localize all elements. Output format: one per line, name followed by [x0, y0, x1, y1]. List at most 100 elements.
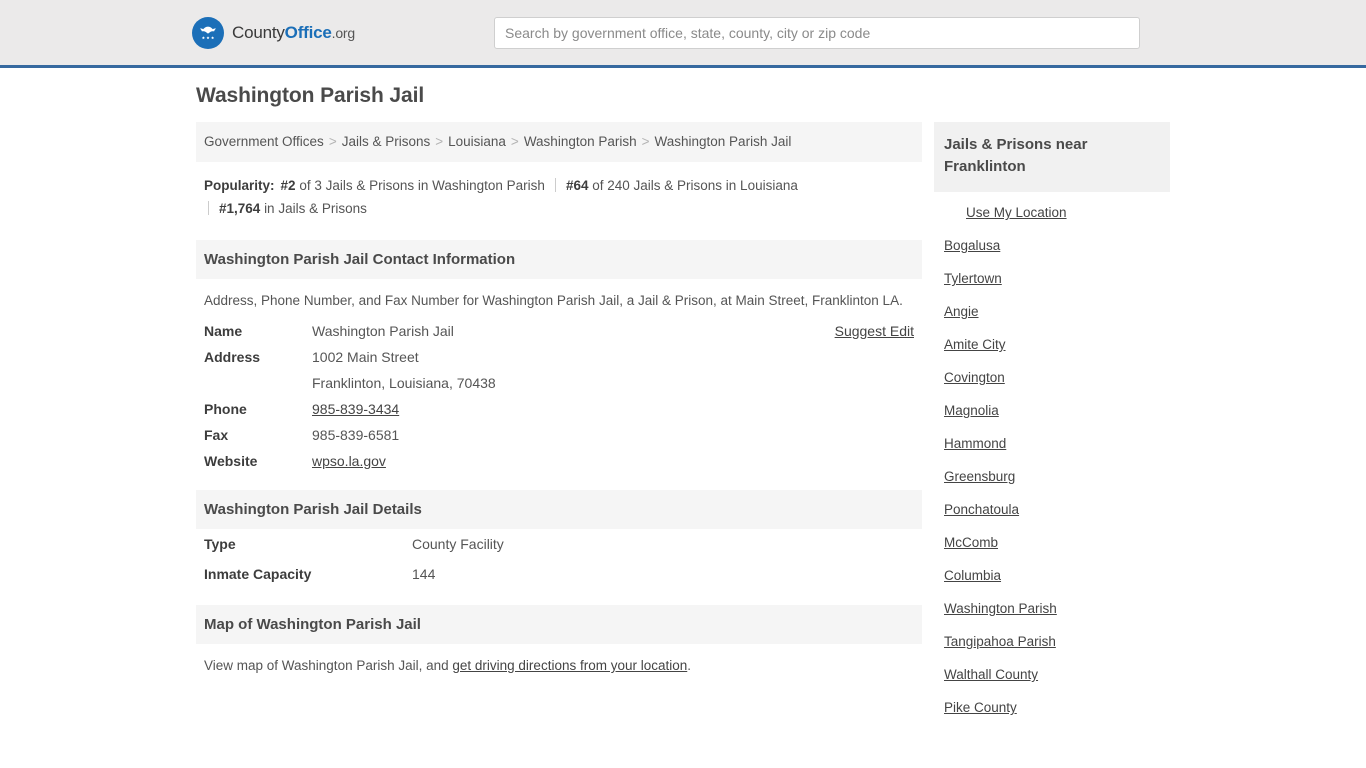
sidebar-item-covington[interactable]: Covington [934, 361, 1170, 394]
sidebar-item-magnolia[interactable]: Magnolia [934, 394, 1170, 427]
sidebar-item-amite-city[interactable]: Amite City [934, 328, 1170, 361]
site-logo-link[interactable]: CountyOffice.org [192, 16, 355, 49]
contact-section-heading: Washington Parish Jail Contact Informati… [196, 240, 922, 279]
table-row: Address 1002 Main Street [196, 344, 922, 370]
sidebar-item-columbia[interactable]: Columbia [934, 559, 1170, 592]
popularity-label: Popularity: [204, 178, 275, 193]
popularity-divider [554, 178, 556, 192]
phone-link[interactable]: 985-839-3434 [312, 401, 399, 417]
sidebar-link[interactable]: Greensburg [944, 469, 1015, 484]
sidebar-link[interactable]: Angie [944, 304, 979, 319]
search-container [494, 17, 1140, 49]
contact-value-website: wpso.la.gov [304, 448, 722, 474]
popularity-text-state: of 240 Jails & Prisons in Louisiana [592, 178, 798, 193]
breadcrumb-separator: > [435, 134, 444, 149]
contact-key-name: Name [204, 323, 243, 339]
popularity-text-parish: of 3 Jails & Prisons in Washington Paris… [299, 178, 545, 193]
table-row: Type County Facility [196, 529, 922, 559]
breadcrumb-separator: > [328, 134, 337, 149]
driving-directions-link[interactable]: get driving directions from your locatio… [452, 658, 687, 673]
contact-value-address-street: 1002 Main Street [312, 349, 419, 365]
sidebar-link[interactable]: Hammond [944, 436, 1006, 451]
sidebar-item-tangipahoa-parish[interactable]: Tangipahoa Parish [934, 625, 1170, 658]
sidebar-item-angie[interactable]: Angie [934, 295, 1170, 328]
popularity-rank-national: #1,764 [219, 201, 261, 216]
sidebar-link[interactable]: Covington [944, 370, 1005, 385]
sidebar-heading: Jails & Prisons near Franklinton [934, 122, 1170, 192]
details-value-inmate-capacity: 144 [412, 566, 436, 582]
site-header: CountyOffice.org [0, 0, 1366, 68]
table-row: Name Washington Parish Jail Suggest Edit [196, 318, 922, 344]
popularity-rank-state: #64 [565, 178, 589, 193]
breadcrumb-separator: > [641, 134, 650, 149]
popularity-rank-parish: #2 [280, 178, 296, 193]
empty-cell [722, 422, 922, 448]
table-row: Phone 985-839-3434 [196, 396, 922, 422]
sidebar-list: Use My Location Bogalusa Tylertown Angie… [934, 192, 1170, 724]
breadcrumb-item-louisiana[interactable]: Louisiana [448, 134, 506, 149]
sidebar-link[interactable]: Pike County [944, 700, 1017, 715]
sidebar-item-walthall-county[interactable]: Walthall County [934, 658, 1170, 691]
sidebar-item-tylertown[interactable]: Tylertown [934, 262, 1170, 295]
breadcrumb-item-washington-parish[interactable]: Washington Parish [524, 134, 637, 149]
sidebar-item-washington-parish[interactable]: Washington Parish [934, 592, 1170, 625]
sidebar-item-mccomb[interactable]: McComb [934, 526, 1170, 559]
breadcrumb-item-government-offices[interactable]: Government Offices [204, 134, 324, 149]
eagle-seal-icon [192, 16, 224, 49]
website-link[interactable]: wpso.la.gov [312, 453, 386, 469]
popularity-stat-national: #1,764 in Jails & Prisons [213, 201, 373, 216]
details-key-inmate-capacity: Inmate Capacity [204, 566, 312, 582]
sidebar-link[interactable]: Washington Parish [944, 601, 1057, 616]
breadcrumb-separator: > [510, 134, 519, 149]
breadcrumb-item-current: Washington Parish Jail [654, 134, 792, 149]
contact-key-website: Website [204, 453, 258, 469]
details-table: Type County Facility Inmate Capacity 144 [196, 529, 922, 589]
sidebar-link[interactable]: Amite City [944, 337, 1006, 352]
popularity-stat-state: #64 of 240 Jails & Prisons in Louisiana [560, 178, 804, 193]
sidebar-link[interactable]: Ponchatoula [944, 502, 1019, 517]
sidebar-link[interactable]: Walthall County [944, 667, 1038, 682]
empty-cell [722, 448, 922, 474]
sidebar-link[interactable]: Magnolia [944, 403, 999, 418]
map-text-before: View map of Washington Parish Jail, and [204, 658, 453, 673]
contact-value-address-citystatezip: Franklinton, Louisiana, 70438 [312, 375, 496, 391]
suggest-edit-cell: Suggest Edit [722, 318, 922, 344]
suggest-edit-link[interactable]: Suggest Edit [835, 323, 914, 339]
map-text-after: . [687, 658, 692, 673]
contact-value-phone: 985-839-3434 [304, 396, 722, 422]
use-my-location-link[interactable]: Use My Location [966, 205, 1067, 220]
sidebar-item-hammond[interactable]: Hammond [934, 427, 1170, 460]
contact-key-fax: Fax [204, 427, 229, 443]
search-input[interactable] [494, 17, 1140, 49]
contact-table: Name Washington Parish Jail Suggest Edit… [196, 318, 922, 474]
page-body: Washington Parish Jail Government Office… [0, 68, 1366, 724]
empty-cell [722, 370, 922, 396]
sidebar-item-pike-county[interactable]: Pike County [934, 691, 1170, 724]
sidebar-item-bogalusa[interactable]: Bogalusa [934, 229, 1170, 262]
breadcrumb-item-jails-prisons[interactable]: Jails & Prisons [342, 134, 431, 149]
sidebar-link[interactable]: McComb [944, 535, 998, 550]
contact-value-name: Washington Parish Jail [312, 323, 454, 339]
sidebar-item-greensburg[interactable]: Greensburg [934, 460, 1170, 493]
contact-key-blank [196, 370, 304, 396]
table-row: Website wpso.la.gov [196, 448, 922, 474]
table-row: Inmate Capacity 144 [196, 559, 922, 589]
sidebar-link[interactable]: Columbia [944, 568, 1001, 583]
sidebar-item-ponchatoula[interactable]: Ponchatoula [934, 493, 1170, 526]
sidebar-link[interactable]: Tylertown [944, 271, 1002, 286]
page-title: Washington Parish Jail [196, 84, 425, 107]
details-value-type: County Facility [412, 536, 504, 552]
details-key-type: Type [204, 536, 236, 552]
map-description: View map of Washington Parish Jail, and … [196, 644, 922, 687]
sidebar-item-use-my-location[interactable]: Use My Location [934, 196, 1170, 229]
contact-key-address: Address [204, 349, 261, 365]
content-row: Government Offices > Jails & Prisons > Louis… [0, 122, 1366, 724]
sidebar-link[interactable]: Bogalusa [944, 238, 1000, 253]
popularity-stats: Popularity: #2 of 3 Jails & Prisons in Wa… [196, 162, 922, 224]
popularity-text-national: in Jails & Prisons [264, 201, 367, 216]
details-section-heading: Washington Parish Jail Details [196, 490, 922, 529]
popularity-stat-parish: #2 of 3 Jails & Prisons in Washington Pa… [275, 178, 551, 193]
sidebar-link[interactable]: Tangipahoa Parish [944, 634, 1056, 649]
sidebar: Jails & Prisons near Franklinton Use My … [934, 122, 1170, 724]
brand-text-county: County [232, 22, 285, 42]
